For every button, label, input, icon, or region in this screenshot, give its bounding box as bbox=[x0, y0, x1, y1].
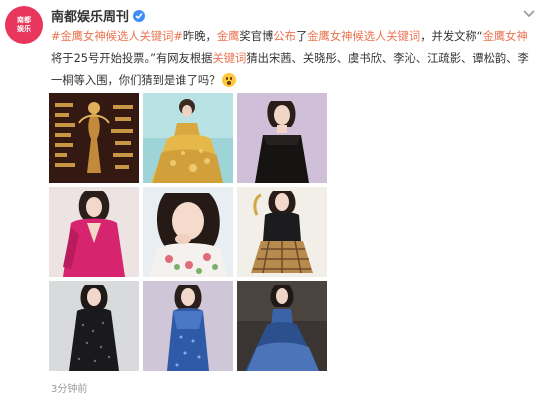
photo-3[interactable] bbox=[237, 93, 327, 183]
post-text-segment: 奖官博 bbox=[239, 30, 274, 43]
wow-emoji-icon bbox=[222, 73, 237, 87]
account-avatar[interactable]: 南都 娱乐 bbox=[5, 6, 43, 44]
post-text-segment: 将于25号开始投票。”有网友根据 bbox=[51, 52, 213, 65]
post-text-segment: ，并发文称“ bbox=[420, 30, 483, 43]
avatar-text-1: 南都 bbox=[17, 16, 31, 24]
photo-2[interactable] bbox=[143, 93, 233, 183]
keyword-link[interactable]: 金鹰 bbox=[217, 30, 240, 43]
avatar-text-2: 娱乐 bbox=[17, 25, 31, 33]
photo-8[interactable] bbox=[143, 281, 233, 371]
keyword-link[interactable]: 金鹰女神候选人关键词 bbox=[307, 30, 420, 43]
keyword-link[interactable]: 公布 bbox=[273, 30, 296, 43]
photo-5[interactable] bbox=[143, 187, 233, 277]
chevron-down-icon[interactable] bbox=[522, 9, 536, 19]
post-text: #金鹰女神候选人关键词#昨晚，金鹰奖官博公布了金鹰女神候选人关键词，并发文称“金… bbox=[51, 26, 531, 92]
hashtag-link[interactable]: #金鹰女神候选人关键词# bbox=[51, 30, 183, 43]
keyword-link[interactable]: 金鹰女神 bbox=[483, 30, 528, 43]
post-text-segment: 昨晚， bbox=[182, 30, 217, 43]
photo-grid bbox=[49, 93, 327, 373]
photo-7[interactable] bbox=[49, 281, 139, 371]
photo-1[interactable] bbox=[49, 93, 139, 183]
post-text-segment: 了 bbox=[295, 30, 308, 43]
verified-icon bbox=[133, 9, 146, 22]
photo-4[interactable] bbox=[49, 187, 139, 277]
photo-6[interactable] bbox=[237, 187, 327, 277]
keyword-link[interactable]: 关键词 bbox=[212, 52, 246, 65]
post-timestamp[interactable]: 3分钟前 bbox=[51, 380, 87, 395]
account-header: 南都娱乐周刊 bbox=[51, 6, 146, 25]
account-name[interactable]: 南都娱乐周刊 bbox=[51, 6, 129, 25]
photo-9[interactable] bbox=[237, 281, 327, 371]
